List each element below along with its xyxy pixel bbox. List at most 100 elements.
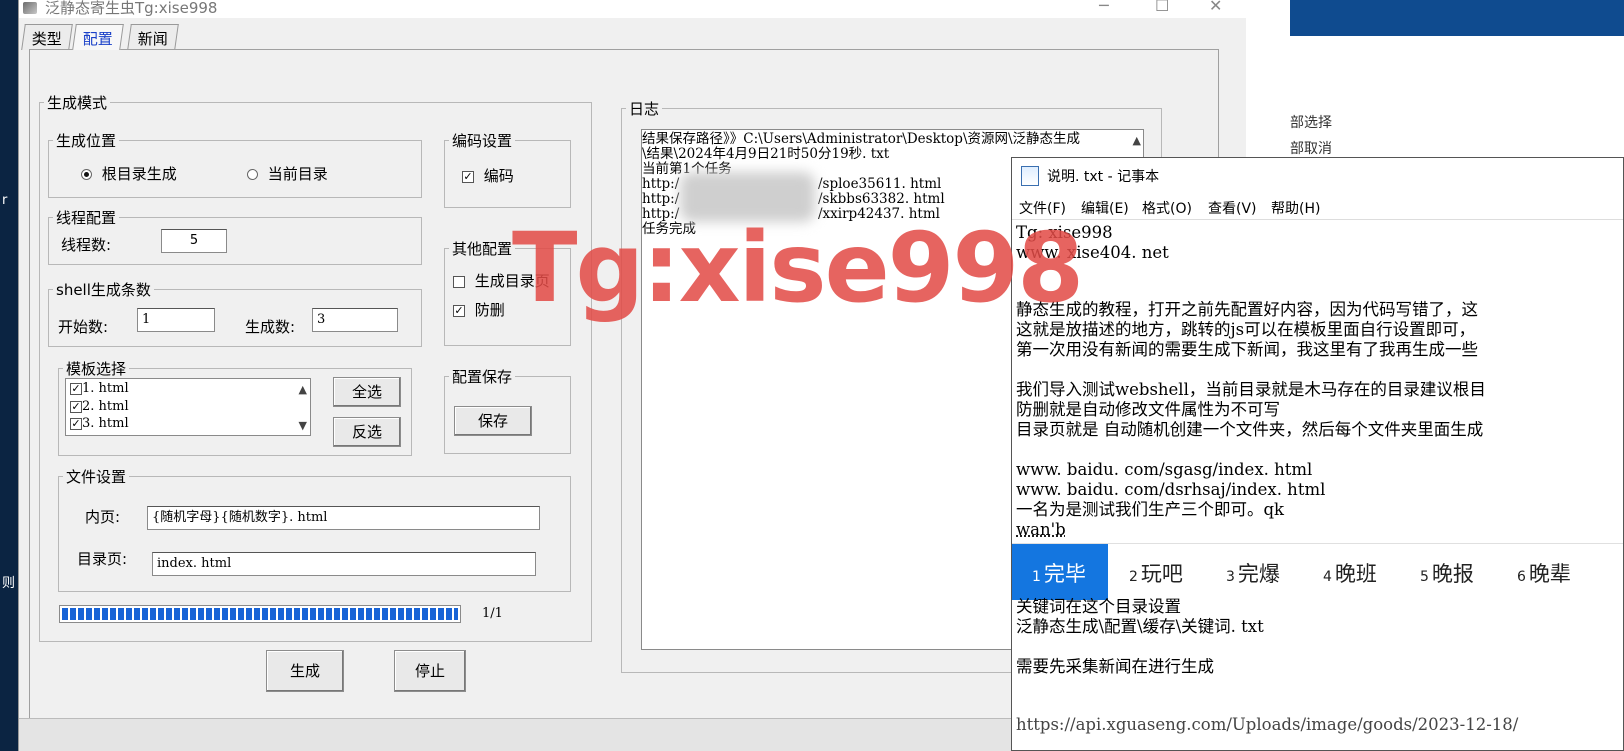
invert-selection-button[interactable]: 反选 [333, 417, 401, 447]
generate-button[interactable]: 生成 [266, 650, 344, 692]
log-line: http:/ [642, 176, 680, 192]
window-title: 泛静态寄生虫Tg:xise998 [45, 0, 218, 17]
ime-candidate[interactable]: 4 晚班 [1323, 558, 1377, 588]
checkbox-icon [453, 275, 465, 288]
text-line: 我们导入测试webshell，当前目录就是木马存在的目录建议根目 [1016, 380, 1486, 399]
thread-label: 线程数: [61, 236, 112, 254]
text-line: https://api.xguaseng.com/Uploads/image/g… [1016, 715, 1519, 734]
group-title: 其他配置 [452, 240, 513, 258]
group-title: 生成模式 [47, 94, 108, 112]
progress-text: 1/1 [482, 606, 503, 621]
text-line: 关键词在这个目录设置 [1016, 597, 1181, 616]
menu-view[interactable]: 查看(V) [1208, 198, 1257, 218]
notepad-text-area-lower[interactable]: 关键词在这个目录设置 泛静态生成\配置\缓存\关键词. txt 需要先采集新闻在… [1012, 597, 1623, 750]
checkbox-label: 防删 [474, 301, 505, 319]
scroll-up-icon[interactable]: ▲ [299, 383, 307, 396]
encoding-checkbox[interactable]: ✓ 编码 [462, 165, 514, 186]
background-window-titlebar [1290, 0, 1624, 36]
text-line: 需要先采集新闻在进行生成 [1016, 657, 1214, 676]
radio-label: 根目录生成 [101, 165, 177, 183]
menu-edit[interactable]: 编辑(E) [1081, 198, 1129, 218]
start-label: 开始数: [58, 318, 109, 336]
count-label: 生成数: [245, 318, 296, 336]
close-icon[interactable]: ✕ [1209, 0, 1222, 15]
count-input[interactable]: 3 [312, 308, 398, 332]
title-bar: 泛静态寄生虫Tg:xise998 ─ ☐ ✕ [19, 0, 1247, 18]
protect-checkbox[interactable]: ✓ 防删 [453, 299, 505, 320]
desktop-fragment: 则 [2, 576, 16, 591]
list-item[interactable]: ✓2. html [70, 399, 129, 414]
menu-help[interactable]: 帮助(H) [1271, 198, 1320, 218]
radio-label: 当前目录 [267, 165, 328, 183]
notepad-icon [1021, 166, 1039, 186]
checkbox-icon[interactable]: ✓ [70, 400, 82, 413]
dir-page-input[interactable]: index. html [152, 552, 536, 576]
log-line: /sploe35611. html [818, 176, 942, 192]
ime-candidate-bar: 1 完毕 2 玩吧 3 完爆 4 晚班 5 晚报 6 晚辈 [1012, 543, 1623, 600]
log-line: \结果\2024年4月9日21时50分19秒. txt [642, 146, 890, 162]
ime-candidate[interactable]: 6 晚辈 [1517, 558, 1571, 588]
text-line: 一名为是测试我们生产三个即可。qk [1016, 500, 1285, 519]
menu-format[interactable]: 格式(O) [1142, 198, 1192, 218]
log-line: http:/ [642, 191, 680, 207]
list-item[interactable]: ✓1. html [70, 381, 129, 396]
radio-icon [247, 169, 258, 180]
notepad-title: 说明. txt - 记事本 [1047, 169, 1160, 185]
scroll-up-icon[interactable]: ▲ [1133, 134, 1141, 147]
progress-bar [59, 605, 461, 623]
text-line: www. baidu. com/dsrhsaj/index. html [1016, 480, 1326, 499]
tab-news[interactable]: 新闻 [127, 24, 179, 50]
list-item-label: 1. html [82, 381, 129, 396]
ime-candidate[interactable]: 1 完毕 [1032, 558, 1086, 588]
background-menu-item[interactable]: 部取消 [1290, 138, 1332, 158]
background-menu-item[interactable]: 部选择 [1290, 112, 1332, 132]
desktop-fragment: r [2, 193, 8, 208]
radio-root[interactable]: 根目录生成 [81, 163, 177, 184]
list-item-label: 2. html [82, 399, 129, 414]
text-line: 防删就是自动修改文件属性为不可写 [1016, 400, 1280, 419]
notepad-window: 说明. txt - 记事本 文件(F) 编辑(E) 格式(O) 查看(V) 帮助… [1011, 157, 1624, 751]
checkbox-icon: ✓ [453, 303, 465, 317]
save-button[interactable]: 保存 [454, 406, 532, 436]
app-icon [23, 2, 37, 14]
scroll-down-icon[interactable]: ▼ [299, 419, 307, 432]
ime-candidate[interactable]: 2 玩吧 [1129, 558, 1183, 588]
group-title: shell生成条数 [56, 281, 151, 299]
maximize-icon[interactable]: ☐ [1155, 0, 1169, 15]
text-line: 目录页就是 自动随机创建一个文件夹，然后每个文件夹里面生成 [1016, 420, 1484, 439]
watermark: Tg:xise998 [512, 212, 1084, 324]
progress-fill [62, 608, 458, 620]
tab-config[interactable]: 配置 [72, 24, 124, 50]
notepad-text-area[interactable]: Tg: xise998 www. xise404. net 静态生成的教程，打开… [1012, 221, 1623, 541]
text-line: 这就是放描述的地方，跳转的js可以在模板里面自行设置即可， [1016, 320, 1476, 339]
start-input[interactable]: 1 [137, 308, 215, 332]
tab-type[interactable]: 类型 [21, 24, 73, 50]
text-line: 泛静态生成\配置\缓存\关键词. txt [1016, 617, 1264, 636]
checkbox-icon[interactable]: ✓ [70, 382, 82, 395]
text-line: 静态生成的教程，打开之前先配置好内容，因为代码写错了，这 [1016, 300, 1478, 319]
group-title: 线程配置 [56, 209, 117, 227]
stop-button[interactable]: 停止 [394, 650, 466, 692]
radio-icon [81, 169, 92, 180]
text-line: 第一次用没有新闻的需要生成下新闻，我这里有了我再生成一些 [1016, 340, 1478, 359]
select-all-button[interactable]: 全选 [333, 377, 401, 407]
ime-candidate[interactable]: 3 完爆 [1226, 558, 1280, 588]
dir-page-label: 目录页: [77, 550, 128, 568]
notepad-titlebar: 说明. txt - 记事本 [1012, 158, 1623, 192]
group-title: 生成位置 [56, 132, 117, 150]
radio-current[interactable]: 当前目录 [247, 163, 328, 184]
text-line: wan'b [1016, 520, 1066, 539]
desktop-strip [0, 0, 20, 751]
checkbox-icon[interactable]: ✓ [70, 417, 82, 430]
group-title: 编码设置 [452, 132, 513, 150]
group-title: 配置保存 [452, 368, 513, 386]
list-item-label: 3. html [82, 416, 129, 431]
minimize-icon[interactable]: ─ [1099, 0, 1109, 15]
log-line: 结果保存路径》》C:\Users\Administrator\Desktop\资… [642, 131, 1081, 147]
template-list[interactable]: ✓1. html ✓2. html ✓3. html ▲ ▼ [65, 378, 311, 436]
checkbox-icon: ✓ [462, 169, 474, 183]
inner-page-input[interactable]: {随机字母}{随机数字}. html [147, 506, 540, 530]
list-item[interactable]: ✓3. html [70, 416, 129, 431]
thread-count-input[interactable]: 5 [161, 229, 227, 253]
ime-candidate[interactable]: 5 晚报 [1420, 558, 1474, 588]
